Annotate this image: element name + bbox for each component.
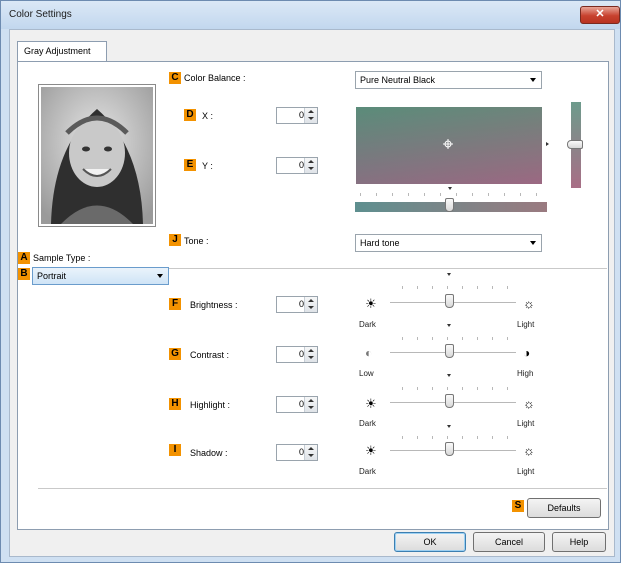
marker-icon (447, 324, 451, 327)
marker-icon (447, 273, 451, 276)
marker-icon (447, 425, 451, 428)
gray-adjustment-panel: A Sample Type : B Portrait C Color Balan… (17, 61, 609, 530)
contrast-ticks (400, 337, 510, 340)
shadow-ticks (400, 436, 510, 439)
chevron-down-icon (530, 241, 536, 245)
shadow-label: Shadow : (190, 448, 228, 458)
color-balance-select[interactable]: Pure Neutral Black (355, 71, 542, 89)
marker-icon (546, 142, 549, 146)
window-title: Color Settings (9, 9, 72, 20)
sun-bright-icon: ☼ (523, 443, 535, 458)
chevron-down-icon (157, 274, 163, 278)
separator (169, 268, 607, 269)
badge-j: J (169, 234, 181, 246)
badge-i: I (169, 444, 181, 456)
y-spinner[interactable]: 0 (276, 157, 318, 174)
brightness-thumb[interactable] (445, 294, 454, 308)
dialog-client: Gray Adjustment A Sample Type: B Portra… (9, 29, 615, 557)
tone-value: Hard tone (360, 238, 400, 248)
highlight-spinner[interactable]: 0 (276, 396, 318, 413)
vertical-balance-thumb[interactable] (567, 140, 583, 149)
color-balance-grid[interactable] (356, 107, 542, 184)
tone-select[interactable]: Hard tone (355, 234, 542, 252)
sun-bright-icon: ☼ (523, 296, 535, 311)
badge-b: B (18, 268, 30, 280)
contrast-low-icon: ◐ (365, 346, 373, 360)
shadow-high-label: Light (517, 467, 535, 476)
highlight-low-label: Dark (359, 419, 376, 428)
balance-ticks (356, 193, 546, 196)
badge-h: H (169, 398, 181, 410)
highlight-thumb[interactable] (445, 394, 454, 408)
color-settings-window: Color Settings ✕ Gray Adjustment A Sampl… (0, 0, 621, 563)
badge-d: D (184, 109, 196, 121)
cancel-button[interactable]: Cancel (473, 532, 545, 552)
chevron-down-icon (530, 78, 536, 82)
brightness-label: Brightness : (190, 300, 238, 310)
close-button[interactable]: ✕ (580, 6, 620, 24)
portrait-preview-image (41, 87, 153, 224)
shadow-thumb[interactable] (445, 442, 454, 456)
brightness-spinner[interactable]: 0 (276, 296, 318, 313)
horizontal-balance-thumb[interactable] (445, 198, 454, 212)
badge-f: F (169, 298, 181, 310)
crosshair-icon (443, 139, 453, 149)
spinner-arrows-icon[interactable] (304, 347, 317, 362)
brightness-low-label: Dark (359, 320, 376, 329)
help-button[interactable]: Help (552, 532, 606, 552)
sun-dim-icon: ☀ (365, 443, 377, 458)
close-icon: ✕ (595, 8, 605, 20)
badge-c: C (169, 72, 181, 84)
x-spinner[interactable]: 0 (276, 107, 318, 124)
marker-icon (448, 187, 452, 190)
defaults-button[interactable]: Defaults (527, 498, 601, 518)
sample-type-value: Portrait (37, 271, 67, 281)
badge-g: G (169, 348, 181, 360)
contrast-low-label: Low (359, 369, 374, 378)
sample-type-select[interactable]: Portrait (32, 267, 169, 285)
tab-gray-adjustment[interactable]: Gray Adjustment (17, 41, 107, 61)
x-label: X : (202, 111, 214, 121)
contrast-high-icon: ◑ (523, 346, 531, 360)
sample-preview-frame (38, 84, 156, 227)
shadow-low-label: Dark (359, 467, 376, 476)
badge-a: A (18, 252, 30, 264)
brightness-high-label: Light (517, 320, 535, 329)
sun-bright-icon: ☼ (523, 396, 535, 411)
badge-e: E (184, 159, 196, 171)
ok-button[interactable]: OK (394, 532, 466, 552)
highlight-label: Highlight : (190, 400, 231, 410)
tone-label: Tone : (184, 236, 209, 246)
y-label: Y : (202, 161, 213, 171)
highlight-high-label: Light (517, 419, 535, 428)
contrast-thumb[interactable] (445, 344, 454, 358)
shadow-spinner[interactable]: 0 (276, 444, 318, 461)
contrast-high-label: High (517, 369, 534, 378)
sample-type-label: Sample Type : (33, 253, 91, 263)
spinner-arrows-icon[interactable] (304, 445, 317, 460)
separator (38, 488, 607, 489)
contrast-label: Contrast : (190, 350, 230, 360)
spinner-arrows-icon[interactable] (304, 397, 317, 412)
marker-icon (447, 374, 451, 377)
sun-dim-icon: ☀ (365, 396, 377, 411)
sun-dim-icon: ☀ (365, 296, 377, 311)
spinner-arrows-icon[interactable] (304, 297, 317, 312)
spinner-arrows-icon[interactable] (304, 158, 317, 173)
brightness-ticks (400, 286, 510, 289)
contrast-spinner[interactable]: 0 (276, 346, 318, 363)
badge-s: S (512, 500, 524, 512)
color-balance-value: Pure Neutral Black (360, 75, 436, 85)
spinner-arrows-icon[interactable] (304, 108, 317, 123)
highlight-ticks (400, 387, 510, 390)
color-balance-label: Color Balance : (184, 73, 246, 83)
title-bar: Color Settings ✕ (1, 1, 620, 29)
